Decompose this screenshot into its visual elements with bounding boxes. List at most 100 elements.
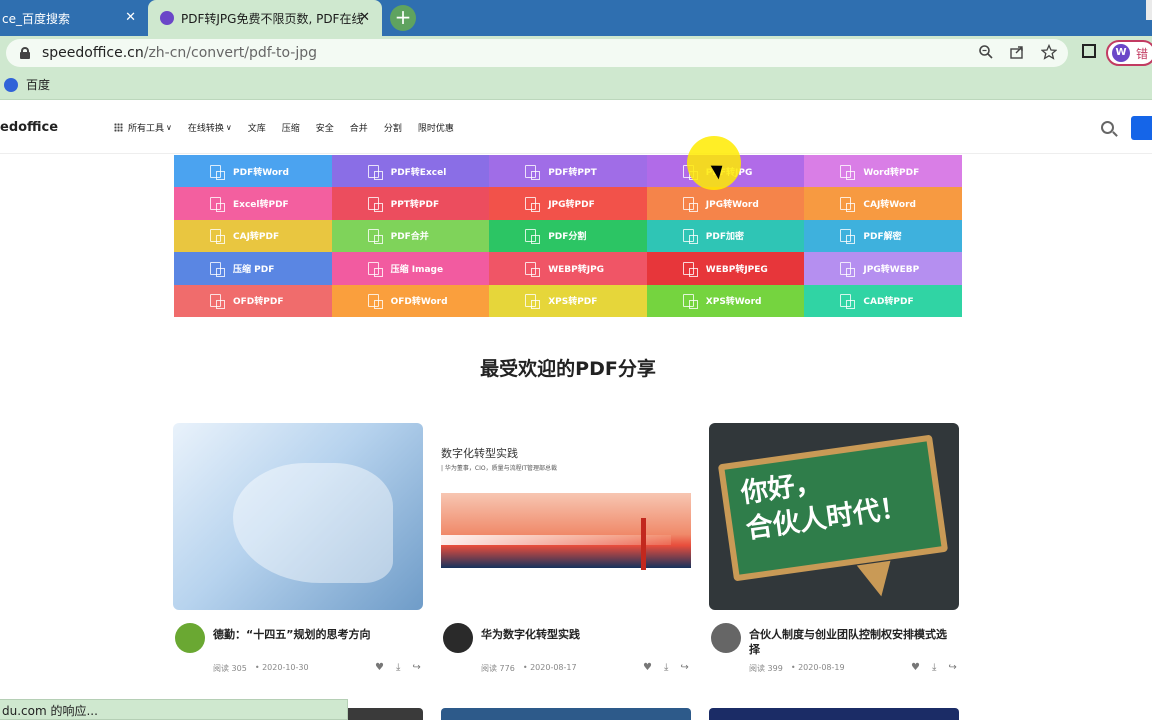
nav-item-4[interactable]: 安全: [316, 121, 334, 134]
tool-tile[interactable]: OFD转PDF: [174, 284, 332, 317]
close-icon[interactable]: ✕: [125, 10, 136, 26]
tool-tile[interactable]: WEBP转JPEG: [646, 252, 805, 285]
tool-tile[interactable]: 压缩 Image: [331, 252, 490, 285]
document-icon: [367, 261, 383, 277]
tool-label: PDF转Word: [233, 167, 289, 178]
lock-icon[interactable]: [20, 47, 30, 59]
tool-tile[interactable]: PDF合并: [331, 219, 490, 253]
tool-tile[interactable]: CAJ转PDF: [174, 219, 332, 253]
tool-tile[interactable]: PDF转Word: [174, 155, 332, 188]
tool-tile[interactable]: CAJ转Word: [804, 187, 962, 220]
tool-tile[interactable]: PDF转Excel: [331, 155, 490, 188]
share-icon[interactable]: [1008, 44, 1026, 62]
nav-item-0[interactable]: 所有工具 ∨: [114, 121, 172, 134]
nav-label: 文库: [247, 124, 266, 134]
nav-label: 压缩: [281, 124, 300, 134]
profile-button[interactable]: W 错: [1106, 40, 1152, 66]
tool-tile[interactable]: CAD转PDF: [804, 284, 962, 317]
tool-label: OFD转Word: [390, 297, 448, 308]
image-headline: 数字化转型实践: [441, 447, 518, 460]
profile-label: 错: [1136, 47, 1149, 61]
bookmarks-bar: 百度: [0, 70, 1152, 100]
nav-label: 安全: [315, 124, 334, 134]
author-avatar[interactable]: [711, 623, 741, 653]
share-card[interactable]: 你好， 合伙人时代！ 合伙人制度与创业团队控制权安排模式选择 阅读 399 • …: [709, 423, 959, 673]
tool-label: PPT转PDF: [390, 200, 440, 211]
card-title[interactable]: 合伙人制度与创业团队控制权安排模式选择: [749, 627, 954, 657]
tool-tile[interactable]: PDF转PPT: [489, 155, 647, 188]
tool-tile[interactable]: PDF加密: [646, 219, 805, 253]
download-icon[interactable]: ⤓: [664, 662, 668, 673]
login-button[interactable]: [1131, 116, 1152, 140]
share-card[interactable]: 德勤：“十四五”规划的思考方向 阅读 305 • 2020-10-30 ♥ ⤓ …: [173, 423, 423, 673]
card-image-preview[interactable]: [441, 708, 691, 720]
tool-tile[interactable]: WEBP转JPG: [489, 252, 647, 285]
tool-label: 压缩 Image: [390, 264, 444, 275]
nav-item-7[interactable]: 限时优惠: [418, 121, 454, 134]
status-bar: du.com 的响应...: [0, 699, 348, 720]
tab-baidu-search[interactable]: ce_百度搜索 ✕: [0, 0, 148, 36]
share-icon[interactable]: ↪: [680, 662, 688, 673]
lighthouse-icon: [641, 518, 646, 570]
document-icon: [367, 164, 383, 180]
author-avatar[interactable]: [443, 623, 473, 653]
tool-tile[interactable]: XPS转PDF: [489, 284, 647, 317]
tool-tile[interactable]: PDF分割: [489, 219, 647, 253]
site-header: edoffice 所有工具 ∨ 在线转换 ∨ 文库 压缩 安全 合并 分割 限时优惠: [0, 101, 1152, 154]
close-icon[interactable]: ✕: [359, 10, 370, 26]
tool-label: PDF分割: [548, 232, 587, 243]
search-icon[interactable]: [1101, 121, 1114, 134]
card-image[interactable]: 你好， 合伙人时代！: [709, 423, 959, 610]
star-icon[interactable]: [1040, 43, 1058, 62]
nav-label: 合并: [349, 124, 368, 134]
author-avatar[interactable]: [175, 623, 205, 653]
nav-item-1[interactable]: 在线转换 ∨: [188, 121, 232, 134]
download-icon[interactable]: ⤓: [932, 662, 936, 673]
card-title[interactable]: 德勤：“十四五”规划的思考方向: [213, 627, 418, 642]
nav-item-2[interactable]: 文库: [248, 121, 266, 134]
tool-tile[interactable]: PDF解密: [804, 219, 962, 253]
document-icon: [525, 197, 541, 213]
tool-tile[interactable]: 压缩 PDF: [174, 252, 332, 285]
nav-item-6[interactable]: 分割: [384, 121, 402, 134]
card-stats: 阅读 776 • 2020-08-17: [481, 663, 593, 674]
card-image[interactable]: 数字化转型实践 | 华为董事，CIO，质量与流程IT管理部总裁: [441, 423, 691, 610]
nav-label: 在线转换: [187, 124, 224, 134]
share-icon[interactable]: ↪: [948, 662, 956, 673]
zoom-icon[interactable]: [977, 44, 995, 62]
tab-pdf-to-jpg[interactable]: PDF转JPG免费不限页数, PDF在线 ✕: [148, 0, 382, 36]
tool-label: Word转PDF: [863, 167, 920, 178]
url-text[interactable]: speedoffice.cn/zh-cn/convert/pdf-to-jpg: [42, 45, 317, 61]
bookmark-baidu[interactable]: 百度: [4, 76, 50, 93]
card-title[interactable]: 华为数字化转型实践: [481, 627, 686, 642]
tool-label: Excel转PDF: [233, 200, 289, 211]
download-icon[interactable]: ⤓: [396, 662, 400, 673]
like-icon[interactable]: ♥: [911, 662, 920, 673]
document-icon: [525, 294, 541, 310]
tool-tile[interactable]: JPG转PDF: [489, 187, 647, 220]
document-icon: [367, 229, 383, 245]
tool-tile[interactable]: PPT转PDF: [331, 187, 490, 220]
tool-tile[interactable]: JPG转Word: [646, 187, 805, 220]
tool-tile[interactable]: Word转PDF: [804, 155, 962, 188]
card-image[interactable]: [173, 423, 423, 610]
tool-tile[interactable]: XPS转Word: [646, 284, 805, 317]
tool-tile[interactable]: OFD转Word: [331, 284, 490, 317]
publish-date: • 2020-08-19: [790, 663, 845, 672]
document-icon: [210, 229, 225, 245]
like-icon[interactable]: ♥: [375, 662, 384, 673]
card-image-preview[interactable]: [709, 708, 959, 720]
document-icon: [525, 229, 541, 245]
address-bar[interactable]: speedoffice.cn/zh-cn/convert/pdf-to-jpg: [6, 39, 1068, 67]
nav-item-3[interactable]: 压缩: [282, 121, 300, 134]
tool-tile[interactable]: JPG转WEBP: [804, 252, 962, 285]
new-tab-button[interactable]: +: [390, 5, 416, 31]
side-panel-icon[interactable]: [1082, 44, 1096, 58]
tool-tile[interactable]: Excel转PDF: [174, 187, 332, 220]
share-card[interactable]: 数字化转型实践 | 华为董事，CIO，质量与流程IT管理部总裁 华为数字化转型实…: [441, 423, 691, 673]
site-logo[interactable]: edoffice: [0, 120, 58, 135]
share-icon[interactable]: ↪: [412, 662, 420, 673]
like-icon[interactable]: ♥: [643, 662, 652, 673]
nav-item-5[interactable]: 合并: [350, 121, 368, 134]
window-control-icon[interactable]: [1146, 0, 1152, 20]
